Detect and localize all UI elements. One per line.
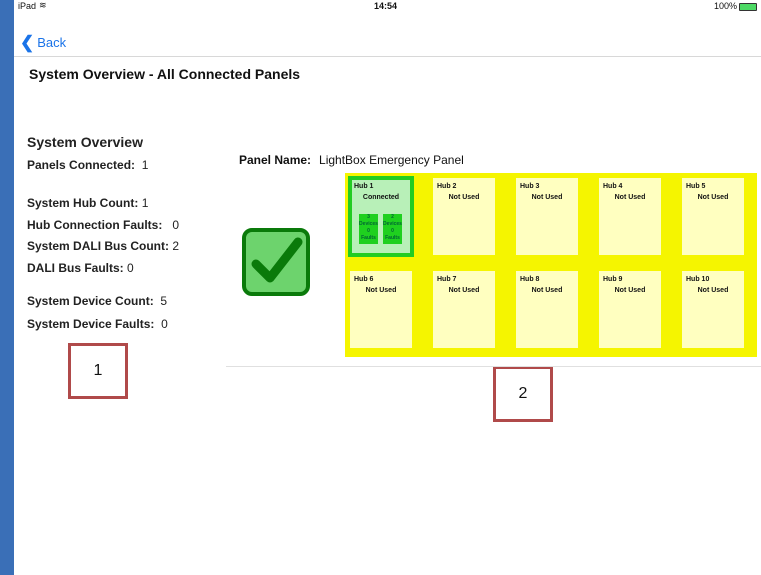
hub-name: Hub 9 [603, 276, 623, 283]
panel-name-value: LightBox Emergency Panel [319, 153, 464, 167]
hub-tile-3[interactable]: Hub 3 Not Used [516, 178, 578, 255]
bus-fault-count: 0 [391, 228, 394, 234]
bus-devices-label: Devices [359, 221, 378, 227]
hub-status: Not Used [697, 194, 729, 201]
panels-connected-label: Panels Connected: [27, 158, 136, 172]
hub-tile-6[interactable]: Hub 6 Not Used [350, 271, 412, 348]
hub-status: Connected [362, 194, 400, 201]
device-faults-row: System Device Faults: 0 [27, 317, 168, 331]
dali-bus-2-summary[interactable]: 2 Devices 0 Faults [383, 214, 402, 244]
hub-name: Hub 7 [437, 276, 457, 283]
hub-tile-10[interactable]: Hub 10 Not Used [682, 271, 744, 348]
panel-name: Panel Name: LightBox Emergency Panel [239, 153, 464, 167]
hub-status: Not Used [448, 287, 480, 294]
device-count-label: System Device Count: [27, 294, 154, 308]
annotation-marker-1: 1 [68, 343, 128, 399]
hub-count-label: System Hub Count: [27, 196, 139, 210]
wifi-icon: ≋ [39, 0, 47, 10]
bus-faults-label: Faults [361, 235, 376, 241]
hub-count-value: 1 [141, 196, 149, 210]
hub-status: Not Used [448, 194, 480, 201]
dali-bus-count-value: 2 [172, 239, 180, 253]
panel-status-check-icon [242, 228, 310, 296]
hub-count-row: System Hub Count: 1 [27, 196, 148, 210]
bus-device-count: 2 [391, 214, 394, 220]
page-title: System Overview - All Connected Panels [29, 66, 301, 82]
hub-name: Hub 10 [686, 276, 710, 283]
hub-name: Hub 1 [354, 183, 374, 190]
device-count-value: 5 [160, 294, 168, 308]
hub-status: Not Used [614, 194, 646, 201]
panels-connected-row: Panels Connected: 1 [27, 158, 148, 172]
section-divider [226, 366, 761, 367]
hub-tile-4[interactable]: Hub 4 Not Used [599, 178, 661, 255]
back-label: Back [37, 35, 67, 50]
overview-heading: System Overview [27, 134, 143, 150]
system-overview-panel: System Overview Panels Connected: 1 Syst… [27, 134, 179, 331]
hub-tile-1[interactable]: Hub 1 Connected 3 Devices 0 Faults 2 Dev… [348, 176, 414, 257]
bus-device-count: 3 [367, 214, 370, 220]
hub-name: Hub 5 [686, 183, 706, 190]
hub-faults-label: Hub Connection Faults: [27, 218, 163, 232]
device-faults-value: 0 [161, 317, 168, 331]
nav-bar: ❮ Back [14, 22, 761, 57]
hub-faults-value: 0 [172, 218, 180, 232]
dali-bus-count-label: System DALI Bus Count: [27, 239, 170, 253]
battery-icon [739, 3, 757, 11]
hub-status: Not Used [614, 287, 646, 294]
status-bar: iPad ≋ 14:54 100% [14, 0, 761, 14]
hub-tile-7[interactable]: Hub 7 Not Used [433, 271, 495, 348]
back-button[interactable]: ❮ Back [20, 32, 66, 52]
hub-status: Not Used [531, 287, 563, 294]
hub-name: Hub 8 [520, 276, 540, 283]
panels-connected-value: 1 [141, 158, 149, 172]
dali-bus-count-row: System DALI Bus Count: 2 [27, 239, 179, 253]
chevron-left-icon: ❮ [20, 33, 35, 52]
annotation-marker-2: 2 [493, 366, 553, 422]
hub-tile-5[interactable]: Hub 5 Not Used [682, 178, 744, 255]
bus-devices-label: Devices [383, 221, 402, 227]
hub-name: Hub 6 [354, 276, 374, 283]
hub-name: Hub 3 [520, 183, 540, 190]
hub-faults-row: Hub Connection Faults: 0 [27, 218, 179, 232]
hub-status: Not Used [365, 287, 397, 294]
hub-tile-9[interactable]: Hub 9 Not Used [599, 271, 661, 348]
dali-bus-1-summary[interactable]: 3 Devices 0 Faults [359, 214, 378, 244]
dali-bus-faults-label: DALI Bus Faults: [27, 261, 124, 275]
hub-tile-8[interactable]: Hub 8 Not Used [516, 271, 578, 348]
carrier-label: iPad [18, 1, 37, 11]
device-faults-label: System Device Faults: [27, 317, 155, 331]
hub-status: Not Used [697, 287, 729, 294]
dali-bus-faults-row: DALI Bus Faults: 0 [27, 261, 134, 275]
panel-name-label: Panel Name: [239, 153, 312, 167]
hub-tile-2[interactable]: Hub 2 Not Used [433, 178, 495, 255]
hub-name: Hub 2 [437, 183, 457, 190]
ipad-screen: iPad ≋ 14:54 100% ❮ Back System Overview … [14, 0, 761, 575]
status-time: 14:54 [374, 1, 398, 11]
bus-fault-count: 0 [367, 228, 370, 234]
bus-faults-label: Faults [385, 235, 400, 241]
dali-bus-faults-value: 0 [127, 261, 134, 275]
hub-status: Not Used [531, 194, 563, 201]
battery-percent: 100% [714, 1, 738, 11]
device-count-row: System Device Count: 5 [27, 294, 167, 308]
hub-grid: Hub 1 Connected 3 Devices 0 Faults 2 Dev… [345, 173, 757, 357]
hub-name: Hub 4 [603, 183, 623, 190]
